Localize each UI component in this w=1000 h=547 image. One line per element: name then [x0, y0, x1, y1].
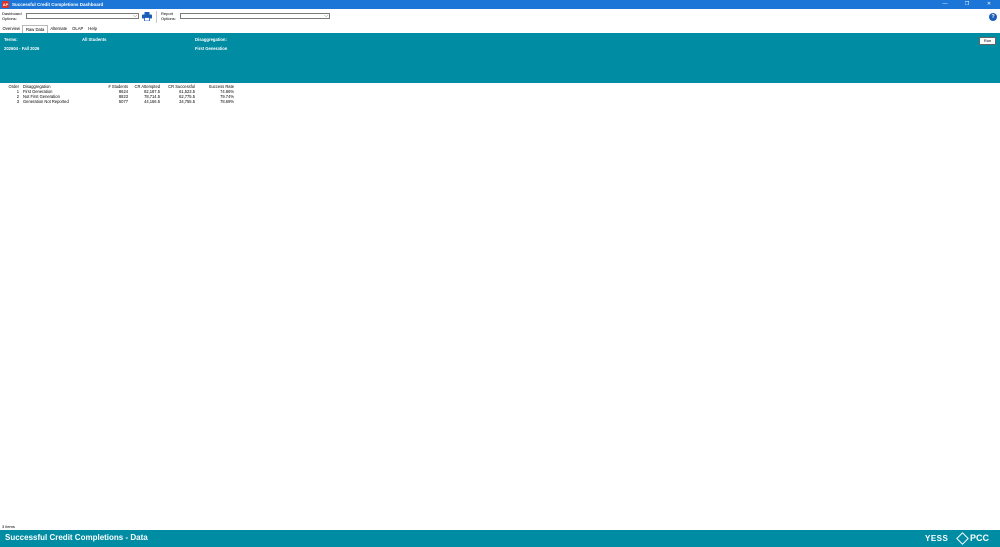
- toolbar-separator: [156, 11, 157, 23]
- maximize-button[interactable]: ❐: [956, 0, 978, 9]
- report-options-label: Report Options:: [161, 11, 176, 21]
- table-row[interactable]: 3 Generation Not Reported 5077 44,166.5 …: [0, 99, 1000, 104]
- cell-students: 5077: [118, 99, 128, 104]
- data-table: Order Disaggregation # Students CR Attem…: [0, 84, 1000, 104]
- cell-order: 3: [16, 99, 19, 104]
- title-bar: AP Successful Credit Completions Dashboa…: [0, 0, 1000, 9]
- terms-label: Terms:: [4, 37, 18, 42]
- population-label: All Students: [82, 37, 107, 42]
- cell-success-rate: 78.69%: [220, 99, 234, 104]
- footer-title: Successful Credit Completions - Data: [5, 533, 148, 542]
- pcc-logo: PCC: [956, 531, 990, 545]
- disaggregation-value: First Generation: [195, 46, 228, 51]
- yess-logo: YESS: [925, 534, 949, 543]
- cell-cr-attempted: 44,166.5: [144, 99, 160, 104]
- app-window: AP Successful Credit Completions Dashboa…: [0, 0, 1000, 547]
- minimize-button[interactable]: —: [934, 0, 956, 9]
- window-title: Successful Credit Completions Dashboard: [12, 2, 104, 7]
- run-button[interactable]: Run: [979, 37, 996, 45]
- printer-icon[interactable]: [142, 12, 152, 21]
- dashboard-options-label: Dashboard Options:: [2, 11, 22, 21]
- app-icon: AP: [2, 1, 9, 8]
- cell-cr-successful: 34,755.5: [179, 99, 195, 104]
- tab-alternate[interactable]: Alternate: [48, 25, 70, 33]
- footer-banner: Successful Credit Completions - Data YES…: [0, 530, 1000, 547]
- chevron-down-icon: ⌵: [324, 13, 328, 19]
- pcc-diamond-icon: [956, 531, 969, 545]
- dashboard-options-select[interactable]: ⌵: [26, 13, 139, 19]
- chevron-down-icon: ⌵: [133, 13, 137, 19]
- tab-overview[interactable]: Overview: [0, 25, 22, 33]
- filter-summary-panel: Terms: 202604 - Fall 2026 All Students D…: [0, 33, 1000, 83]
- window-controls: — ❐ ✕: [934, 0, 1000, 9]
- help-icon[interactable]: ?: [989, 13, 997, 21]
- tab-help[interactable]: Help: [86, 25, 100, 33]
- disaggregation-label: Disaggregation:: [195, 37, 227, 42]
- tab-olap[interactable]: OLAP: [70, 25, 86, 33]
- cell-disaggregation: Generation Not Reported: [23, 99, 69, 104]
- terms-value: 202604 - Fall 2026: [4, 46, 40, 51]
- pcc-logo-text: PCC: [970, 533, 990, 543]
- close-button[interactable]: ✕: [978, 0, 1000, 9]
- tab-strip: Overview Raw Data Alternate OLAP Help: [0, 25, 99, 33]
- tab-raw-data[interactable]: Raw Data: [22, 25, 48, 33]
- item-count-status: 3 items: [2, 524, 15, 529]
- report-options-select[interactable]: ⌵: [180, 13, 330, 19]
